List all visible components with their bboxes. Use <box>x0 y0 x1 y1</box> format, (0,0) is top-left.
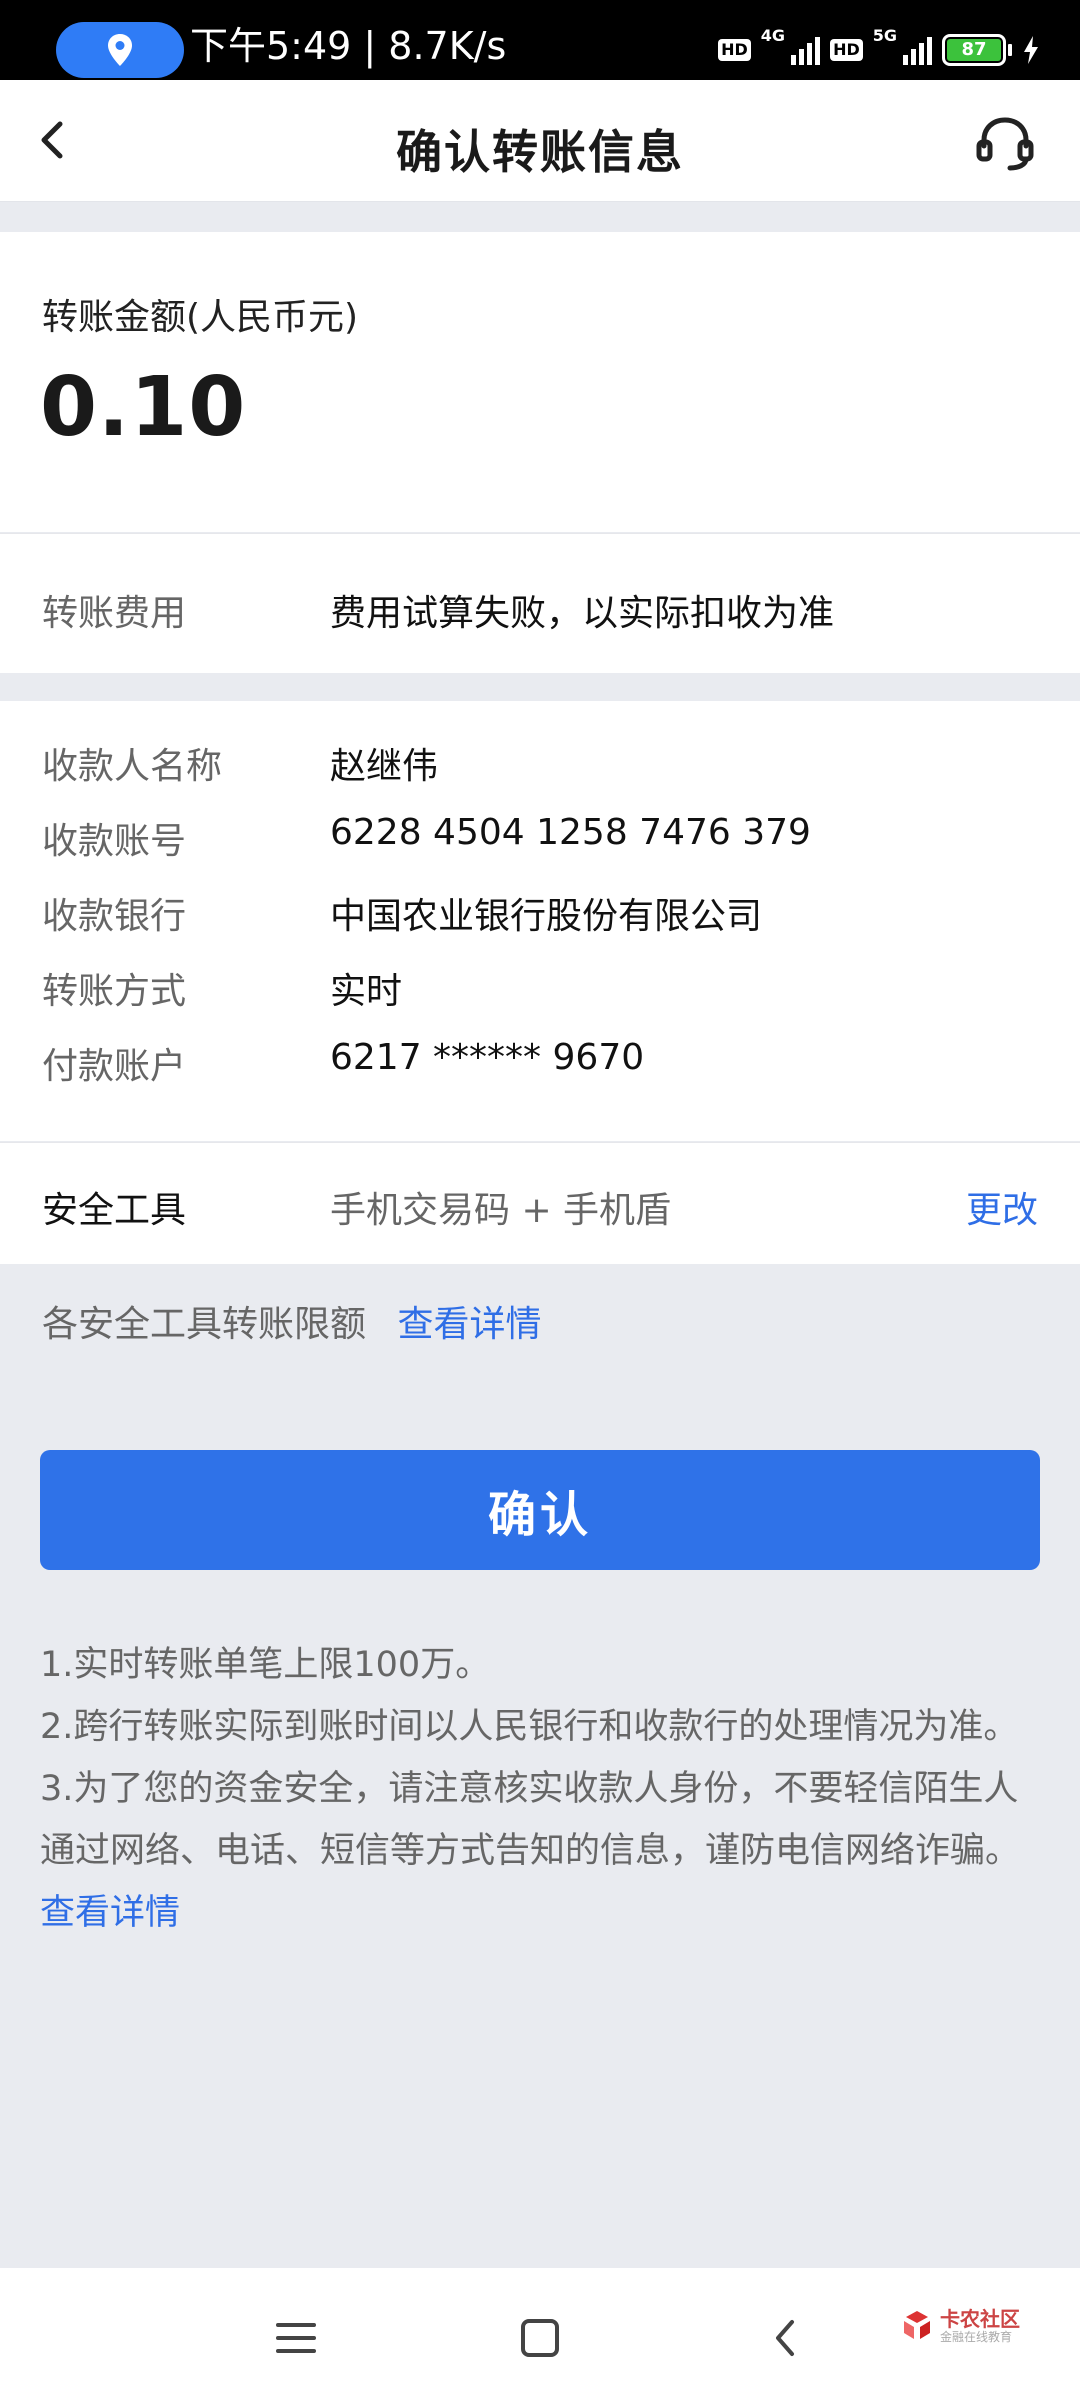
charging-icon <box>1024 36 1038 64</box>
payee-info-card: 收款人名称 赵继伟 收款账号 6228 4504 1258 7476 379 收… <box>0 701 1080 1141</box>
fee-value: 费用试算失败，以实际扣收为准 <box>330 593 835 634</box>
home-icon <box>521 2319 559 2357</box>
status-time-speed: 下午5:49 | 8.7K/s <box>190 24 507 68</box>
menu-icon <box>276 2323 316 2353</box>
note-2: 2.跨行转账实际到账时间以人民银行和收款行的处理情况为准。 <box>40 1707 1019 1747</box>
signal-icon <box>903 35 932 65</box>
watermark-main: 卡农社区 <box>940 2307 1020 2331</box>
note-3-text: 3.为了您的资金安全，请注意核实收款人身份，不要轻信陌生人通过网络、电话、短信等… <box>40 1769 1021 1871</box>
security-tool-card: 安全工具 手机交易码 + 手机盾 更改 <box>0 1142 1080 1264</box>
hd-badge: HD <box>718 39 751 61</box>
status-bar: 下午5:49 | 8.7K/s HD 4G HD 5G 87 <box>0 0 1080 80</box>
limits-text: 各安全工具转账限额 <box>42 1304 367 1345</box>
page-title: 确认转账信息 <box>396 125 684 179</box>
payee-account-label: 收款账号 <box>42 821 187 862</box>
payee-bank-label: 收款银行 <box>42 896 187 937</box>
security-tool-label: 安全工具 <box>42 1190 187 1231</box>
payee-name-value: 赵继伟 <box>330 746 439 787</box>
confirm-button[interactable]: 确认 <box>40 1450 1040 1570</box>
watermark-sub: 金融在线教育 <box>940 2330 1013 2344</box>
status-icons: HD 4G HD 5G 87 <box>718 26 1040 70</box>
amount-card: 转账金额(人民币元) 0.10 <box>0 232 1080 532</box>
menu-button[interactable] <box>266 2308 326 2368</box>
app-header: 确认转账信息 <box>0 80 1080 202</box>
watermark-icon <box>904 2311 930 2339</box>
limits-details-link[interactable]: 查看详情 <box>397 1304 541 1345</box>
payee-account-value: 6228 4504 1258 7476 379 <box>330 812 811 853</box>
payee-bank-value: 中国农业银行股份有限公司 <box>330 896 763 937</box>
note-1: 1.实时转账单笔上限100万。 <box>40 1645 491 1685</box>
change-security-tool-link[interactable]: 更改 <box>966 1181 1038 1233</box>
battery-tip <box>1008 44 1012 56</box>
signal-icon <box>791 35 821 65</box>
transfer-method-value: 实时 <box>330 971 403 1012</box>
payer-account-label: 付款账户 <box>42 1046 187 1087</box>
watermark-text: 卡农社区 金融在线教育 <box>940 2308 1020 2344</box>
location-pin-icon <box>108 34 132 66</box>
battery-level: 87 <box>947 39 1001 61</box>
transfer-method-label: 转账方式 <box>42 971 187 1012</box>
note-3: 3.为了您的资金安全，请注意核实收款人身份，不要轻信陌生人通过网络、电话、短信等… <box>40 1758 1040 1944</box>
security-tool-value: 手机交易码 + 手机盾 <box>330 1190 672 1231</box>
notes: 1.实时转账单笔上限100万。 2.跨行转账实际到账时间以人民银行和收款行的处理… <box>40 1634 1040 1944</box>
nav-back-button[interactable] <box>756 2308 816 2368</box>
payee-name-label: 收款人名称 <box>42 746 223 787</box>
network-type-label: 4G <box>760 26 786 45</box>
watermark-logo: 卡农社区 金融在线教育 <box>900 2308 1020 2344</box>
amount-value: 0.10 <box>40 360 247 455</box>
hd-badge: HD <box>830 39 863 61</box>
back-icon <box>776 2320 794 2356</box>
amount-label: 转账金额(人民币元) <box>42 297 359 338</box>
fee-label: 转账费用 <box>42 593 187 634</box>
location-indicator <box>56 22 184 78</box>
system-nav-bar: 卡农社区 金融在线教育 <box>0 2268 1080 2400</box>
headset-icon <box>976 117 1034 171</box>
customer-service-button[interactable] <box>970 108 1040 178</box>
payer-account-value: 6217 ****** 9670 <box>330 1037 645 1078</box>
home-button[interactable] <box>510 2308 570 2368</box>
network-type-label: 5G <box>872 26 897 45</box>
fee-card: 转账费用 费用试算失败，以实际扣收为准 <box>0 533 1080 673</box>
notes-details-link[interactable]: 查看详情 <box>40 1893 180 1933</box>
limits-row: 各安全工具转账限额 查看详情 <box>42 1295 541 1347</box>
battery-icon: 87 <box>942 34 1006 66</box>
